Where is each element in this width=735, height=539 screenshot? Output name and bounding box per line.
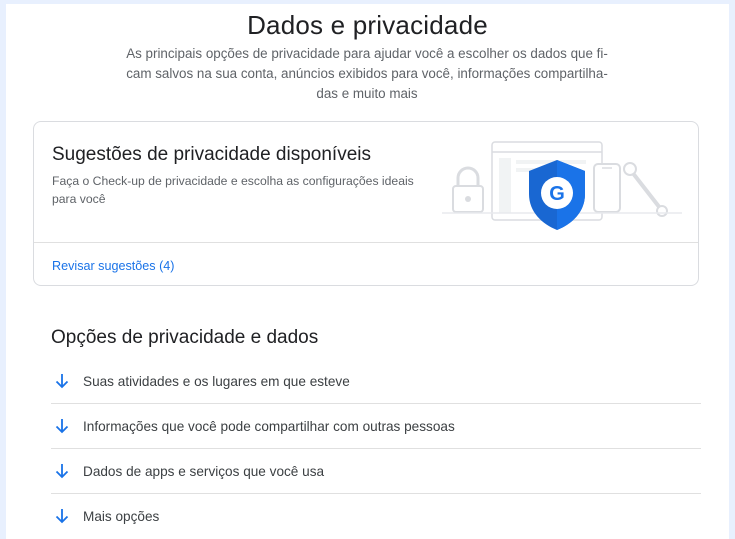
page-subtitle: As principais opções de privacidade para… [126,46,608,101]
card-divider [34,242,698,243]
option-label: Suas atividades e os lugares em que este… [83,373,350,389]
phone-icon [593,163,621,213]
card-title: Sugestões de privacidade disponíveis [52,144,371,165]
option-more[interactable]: Mais opções [51,494,701,538]
option-activity[interactable]: Suas atividades e os lugares em que este… [51,359,701,404]
section-title: Opções de privacidade e dados [51,327,319,348]
svg-text:G: G [549,183,565,205]
option-label: Mais opções [83,508,160,524]
option-label: Informações que você pode compartilhar c… [83,418,455,434]
privacy-suggestions-card: Sugestões de privacidade disponíveis Faç… [33,121,699,286]
option-label: Dados de apps e serviços que você usa [83,463,325,479]
wrench-icon [623,162,668,217]
option-apps-data[interactable]: Dados de apps e serviços que você usa [51,449,701,494]
lock-icon [452,166,484,213]
privacy-options-list: Suas atividades e os lugares em que este… [51,359,701,538]
page-title: Dados e privacidade [247,10,488,40]
option-shared-info[interactable]: Informações que você pode compartilhar c… [51,404,701,449]
arrow-down-icon [53,462,71,480]
arrow-down-icon [53,507,71,525]
arrow-down-icon [53,417,71,435]
arrow-down-icon [53,372,71,390]
card-description: Faça o Check-up de privacidade e escolha… [52,174,414,206]
review-suggestions-link[interactable]: Revisar sugestões (4) [52,259,175,273]
privacy-illustration: G [442,141,682,230]
privacy-page: Dados e privacidade As principais opções… [6,4,729,539]
